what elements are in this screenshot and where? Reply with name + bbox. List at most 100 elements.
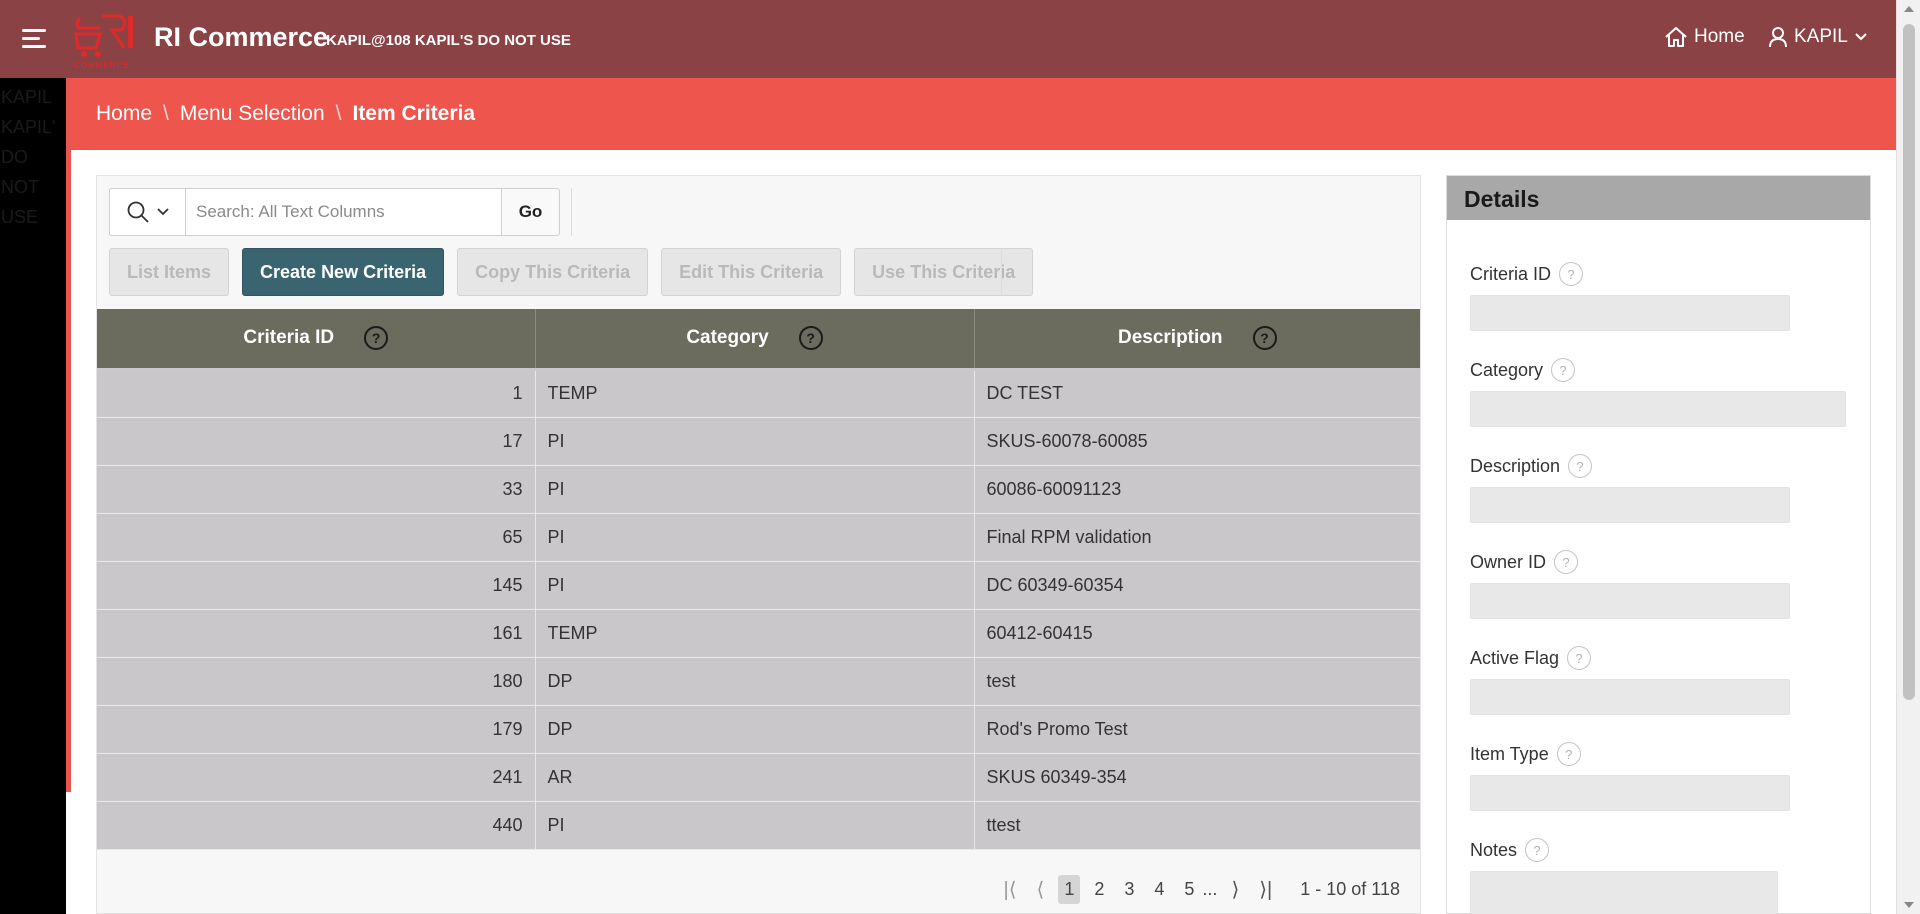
last-page-icon[interactable]: ⟩| xyxy=(1253,877,1278,902)
cell-category: PI xyxy=(535,417,975,466)
help-icon[interactable]: ? xyxy=(1554,550,1579,574)
cell-criteria-id: 440 xyxy=(97,801,536,850)
cell-description: SKUS 60349-354 xyxy=(974,753,1420,802)
cell-description: ttest xyxy=(974,801,1420,850)
field-label-row: Active Flag ? xyxy=(1470,646,1790,670)
field-label-row: Category ? xyxy=(1470,358,1846,382)
scroll-up-arrow-icon[interactable] xyxy=(1904,6,1914,12)
table-row[interactable]: 65 PI Final RPM validation xyxy=(97,513,1420,562)
ri-commerce-logo: COMMERCE xyxy=(74,14,133,70)
pagination-status: 1 - 10 of 118 xyxy=(1300,878,1400,899)
table-row[interactable]: 440 PI ttest xyxy=(97,801,1420,850)
column-header-criteria-id[interactable]: Criteria ID ? xyxy=(97,309,536,371)
help-icon[interactable]: ? xyxy=(1568,454,1593,478)
help-icon[interactable]: ? xyxy=(364,326,389,351)
table-row[interactable]: 161 TEMP 60412-60415 xyxy=(97,609,1420,658)
list-items-button[interactable]: List Items xyxy=(109,248,230,296)
item-type-field[interactable] xyxy=(1470,775,1790,811)
left-strip-line: KAPIL' xyxy=(1,117,56,137)
column-header-label: Criteria ID xyxy=(243,327,335,349)
svg-text:COMMERCE: COMMERCE xyxy=(74,61,130,70)
cell-criteria-id: 33 xyxy=(97,465,536,514)
toolbar-divider xyxy=(571,188,572,236)
details-panel: Details Criteria ID ? Category ? Descrip… xyxy=(1446,175,1871,914)
active-flag-field[interactable] xyxy=(1470,679,1790,715)
description-field[interactable] xyxy=(1470,487,1790,523)
field-label: Notes xyxy=(1470,839,1518,860)
search-icon xyxy=(127,201,149,223)
field-label: Active Flag xyxy=(1470,647,1560,668)
page-link-1[interactable]: 1 xyxy=(1058,874,1081,904)
field-label-row: Owner ID ? xyxy=(1470,550,1790,574)
breadcrumb: Home \ Menu Selection \ Item Criteria xyxy=(96,102,475,126)
owner-id-field[interactable] xyxy=(1470,583,1790,619)
help-icon[interactable]: ? xyxy=(1559,262,1584,286)
cell-description: Rod's Promo Test xyxy=(974,705,1420,754)
first-page-icon[interactable]: |⟨ xyxy=(998,877,1023,902)
cell-category: PI xyxy=(535,561,975,610)
previous-page-icon[interactable]: ⟨ xyxy=(1031,877,1051,902)
cell-criteria-id: 180 xyxy=(97,657,536,706)
help-icon[interactable]: ? xyxy=(1551,358,1576,382)
help-icon[interactable]: ? xyxy=(798,326,823,351)
cell-criteria-id: 17 xyxy=(97,417,536,466)
scroll-down-arrow-icon[interactable] xyxy=(1904,902,1914,908)
user-menu[interactable]: KAPIL xyxy=(1768,26,1868,48)
category-field[interactable] xyxy=(1470,391,1846,427)
help-icon[interactable]: ? xyxy=(1567,646,1592,670)
table-row[interactable]: 179 DP Rod's Promo Test xyxy=(97,705,1420,754)
table-row[interactable]: 17 PI SKUS-60078-60085 xyxy=(97,417,1420,466)
help-icon[interactable]: ? xyxy=(1556,742,1581,766)
field-description: Description ? xyxy=(1470,454,1790,523)
page-link-4[interactable]: 4 xyxy=(1148,875,1170,904)
nav-home-link[interactable]: Home xyxy=(1664,26,1745,48)
table-row[interactable]: 33 PI 60086-60091123 xyxy=(97,465,1420,514)
hamburger-menu-icon[interactable] xyxy=(22,29,48,49)
breadcrumb-home[interactable]: Home xyxy=(96,102,152,126)
go-button[interactable]: Go xyxy=(502,188,560,236)
field-label-row: Description ? xyxy=(1470,454,1790,478)
copy-criteria-button[interactable]: Copy This Criteria xyxy=(457,248,649,296)
column-header-label: Category xyxy=(686,327,769,349)
criteria-id-field[interactable] xyxy=(1470,295,1790,331)
cell-description: SKUS-60078-60085 xyxy=(974,417,1420,466)
table-row[interactable]: 145 PI DC 60349-60354 xyxy=(97,561,1420,610)
next-page-icon[interactable]: ⟩ xyxy=(1225,877,1245,902)
field-label: Description xyxy=(1470,455,1561,476)
cell-category: DP xyxy=(535,705,975,754)
cell-criteria-id: 179 xyxy=(97,705,536,754)
use-criteria-button[interactable]: Use This Criteria xyxy=(854,248,1034,296)
cell-criteria-id: 161 xyxy=(97,609,536,658)
table-row[interactable]: 241 AR SKUS 60349-354 xyxy=(97,753,1420,802)
cell-category: PI xyxy=(535,465,975,514)
cell-description: 60412-60415 xyxy=(974,609,1420,658)
page-link-5[interactable]: 5 xyxy=(1178,875,1200,904)
field-owner-id: Owner ID ? xyxy=(1470,550,1790,619)
edit-criteria-button[interactable]: Edit This Criteria xyxy=(661,248,842,296)
page-link-3[interactable]: 3 xyxy=(1118,875,1140,904)
page-vertical-scrollbar[interactable] xyxy=(1896,0,1920,914)
app-title: RI Commerce xyxy=(154,22,329,52)
toolbar-divider xyxy=(1001,248,1002,296)
action-toolbar: List Items Create New Criteria Copy This… xyxy=(109,248,1034,296)
help-icon[interactable]: ? xyxy=(1525,838,1550,862)
search-input[interactable] xyxy=(186,188,502,236)
table-row[interactable]: 1 TEMP DC TEST xyxy=(97,369,1420,418)
column-header-description[interactable]: Description ? xyxy=(974,309,1420,371)
cell-description: DC TEST xyxy=(974,369,1420,418)
page-link-2[interactable]: 2 xyxy=(1088,875,1110,904)
help-icon[interactable]: ? xyxy=(1252,326,1277,351)
left-strip-line: USE xyxy=(1,207,39,227)
field-active-flag: Active Flag ? xyxy=(1470,646,1790,715)
notes-field[interactable] xyxy=(1470,871,1778,914)
cell-category: TEMP xyxy=(535,369,975,418)
cell-criteria-id: 145 xyxy=(97,561,536,610)
create-new-criteria-button[interactable]: Create New Criteria xyxy=(242,248,445,296)
table-row[interactable]: 180 DP test xyxy=(97,657,1420,706)
breadcrumb-current: Item Criteria xyxy=(352,102,476,125)
criteria-table: Criteria ID ? Category ? Description ? 1… xyxy=(97,309,1420,850)
scrollbar-thumb[interactable] xyxy=(1903,24,1915,700)
column-header-category[interactable]: Category ? xyxy=(535,309,975,371)
search-column-selector[interactable] xyxy=(109,188,186,236)
breadcrumb-menu-selection[interactable]: Menu Selection xyxy=(180,102,325,126)
